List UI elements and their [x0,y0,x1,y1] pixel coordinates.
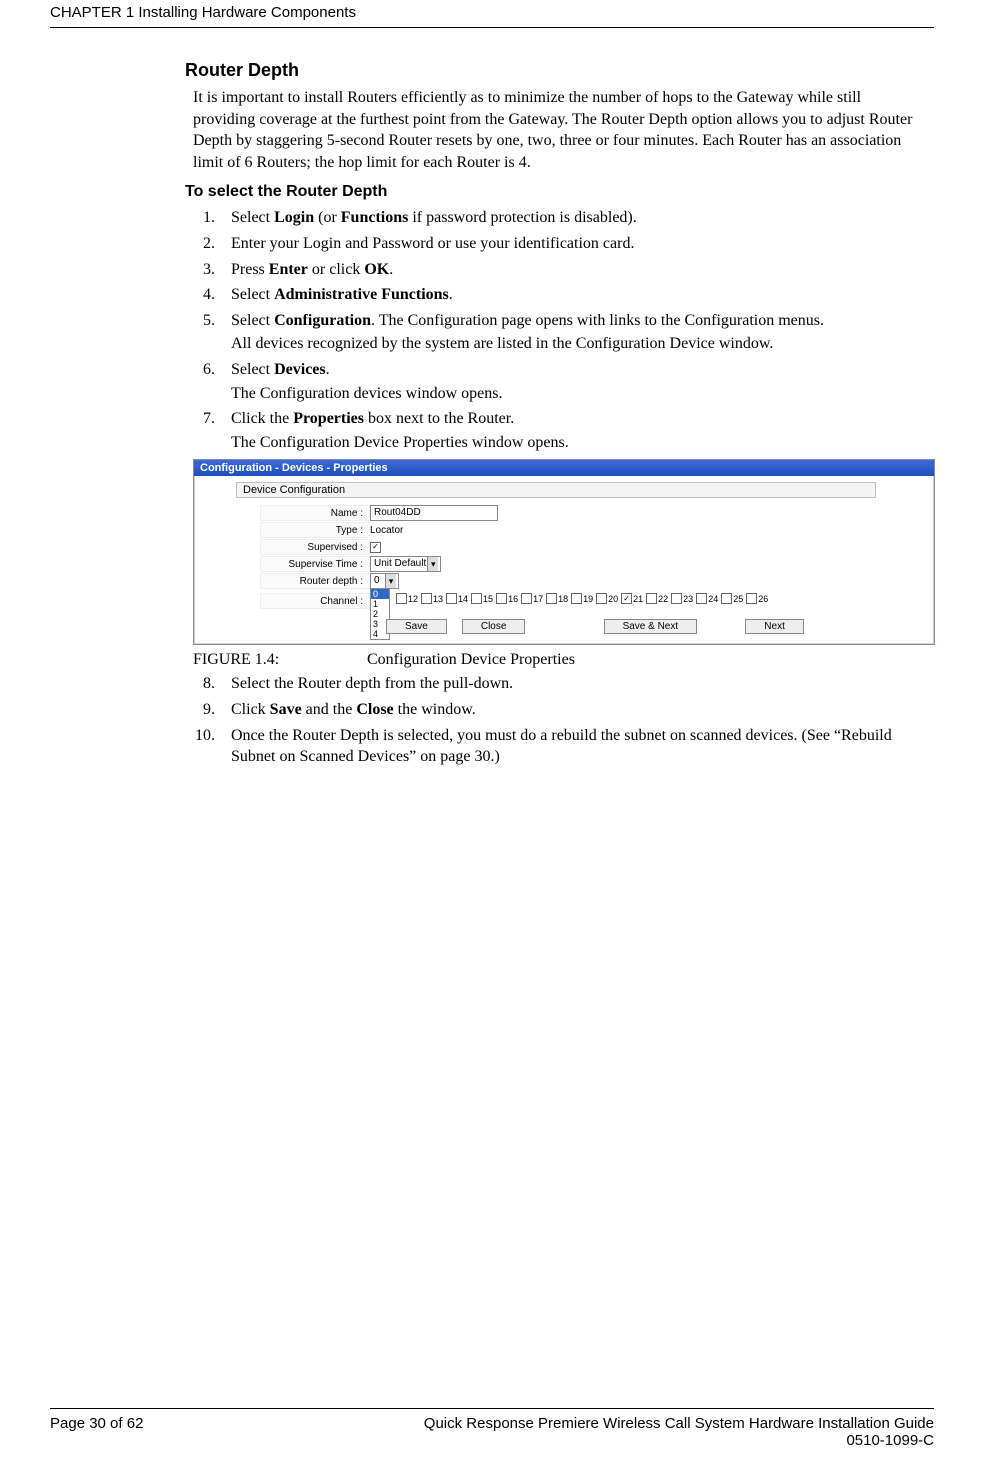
procedure-steps-continued: Select the Router depth from the pull-do… [193,673,926,767]
procedure-steps: Select Login (or Functions if password p… [193,207,926,453]
step-7: Click the Properties box next to the Rou… [219,408,926,453]
doc-title: Quick Response Premiere Wireless Call Sy… [424,1415,934,1432]
step-1: Select Login (or Functions if password p… [219,207,926,229]
channel-16-checkbox[interactable]: 16 [496,593,518,604]
supervise-time-select[interactable]: Unit Default [370,556,441,572]
intro-paragraph: It is important to install Routers effic… [193,87,926,173]
config-panel: Configuration - Devices - Properties Dev… [193,459,935,645]
config-titlebar: Configuration - Devices - Properties [194,460,934,476]
channel-21-checkbox[interactable]: ✓21 [621,593,643,604]
step-5: Select Configuration. The Configuration … [219,310,926,355]
chapter-header: CHAPTER 1 Installing Hardware Components [50,0,934,28]
step-6: Select Devices. The Configuration device… [219,359,926,404]
channel-15-checkbox[interactable]: 15 [471,593,493,604]
section-title: Router Depth [185,60,934,81]
step-8: Select the Router depth from the pull-do… [219,673,926,695]
channel-19-checkbox[interactable]: 19 [571,593,593,604]
channel-13-checkbox[interactable]: 13 [421,593,443,604]
next-button[interactable]: Next [745,619,804,634]
step-10: Once the Router Depth is selected, you m… [219,725,926,768]
step-3: Press Enter or click OK. [219,259,926,281]
channel-23-checkbox[interactable]: 23 [671,593,693,604]
channel-12-checkbox[interactable]: 12 [396,593,418,604]
supervised-checkbox[interactable]: ✓ [370,542,381,553]
router-depth-select[interactable]: 0 [370,573,399,589]
figure-caption: FIGURE 1.4: Configuration Device Propert… [193,651,926,669]
channel-17-checkbox[interactable]: 17 [521,593,543,604]
row-supervise-time: Supervise Time : Unit Default [260,556,928,572]
channel-25-checkbox[interactable]: 25 [721,593,743,604]
device-config-label: Device Configuration [236,482,876,498]
step-2: Enter your Login and Password or use you… [219,233,926,255]
row-name: Name : Rout04DD [260,505,928,521]
close-button[interactable]: Close [462,619,526,634]
name-input[interactable]: Rout04DD [370,505,498,521]
channel-18-checkbox[interactable]: 18 [546,593,568,604]
chapter-line: CHAPTER 1 Installing Hardware Components [50,4,356,21]
type-value: Locator [370,525,403,536]
page-footer: Page 30 of 62 Quick Response Premiere Wi… [50,1408,934,1463]
procedure-heading: To select the Router Depth [185,183,934,201]
channel-26-checkbox[interactable]: 26 [746,593,768,604]
figure-1-4: Configuration - Devices - Properties Dev… [193,459,926,645]
doc-number: 0510-1099-C [424,1432,934,1449]
row-channel: Channel : 12 13 14 15 16 17 18 19 20 ✓21… [260,593,928,609]
row-supervised: Supervised : ✓ [260,539,928,555]
content-area: Router Depth It is important to install … [185,28,934,1408]
channel-20-checkbox[interactable]: 20 [596,593,618,604]
button-row: Save Close Save & Next Next [380,615,928,634]
row-type: Type : Locator [260,522,928,538]
step-9: Click Save and the Close the window. [219,699,926,721]
channel-24-checkbox[interactable]: 24 [696,593,718,604]
step-4: Select Administrative Functions. [219,284,926,306]
save-button[interactable]: Save [386,619,447,634]
save-next-button[interactable]: Save & Next [604,619,698,634]
channel-14-checkbox[interactable]: 14 [446,593,468,604]
page-number: Page 30 of 62 [50,1415,143,1449]
channel-22-checkbox[interactable]: 22 [646,593,668,604]
